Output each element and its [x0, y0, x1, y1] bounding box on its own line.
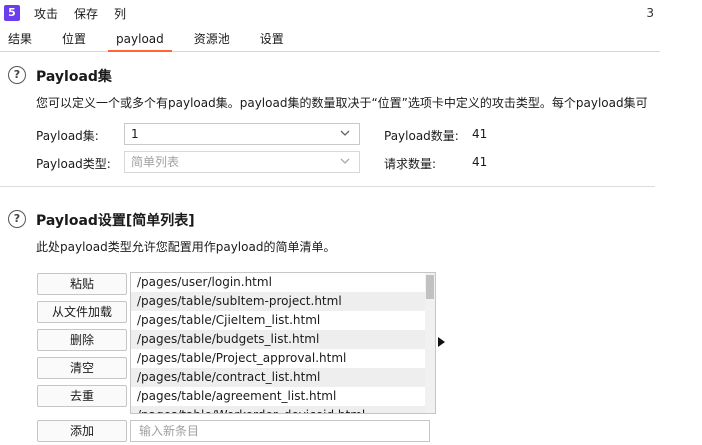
- scroll-thumb[interactable]: [426, 275, 434, 299]
- add-button[interactable]: 添加: [37, 420, 127, 442]
- list-item[interactable]: /pages/table/budgets_list.html: [131, 330, 425, 349]
- clear-button[interactable]: 清空: [37, 357, 127, 379]
- window-indicator: 3: [646, 6, 654, 20]
- help-icon[interactable]: ?: [8, 210, 26, 228]
- payload-count-value: 41: [472, 127, 488, 141]
- section-divider: [0, 186, 655, 187]
- list-item[interactable]: /pages/table/CjieItem_list.html: [131, 311, 425, 330]
- chevron-down-icon: [340, 130, 350, 136]
- tab-bar: 结果 位置 payload 资源池 设置: [0, 28, 660, 52]
- payload-type-label: Payload类型:: [36, 157, 111, 171]
- tab-positions[interactable]: 位置: [54, 28, 94, 52]
- payload-settings-description: 此处payload类型允许您配置用作payload的简单清单。: [36, 240, 336, 254]
- payload-sets-title: Payload集: [36, 69, 112, 85]
- payload-set-value: 1: [131, 127, 139, 141]
- payload-type-select[interactable]: 简单列表: [124, 151, 360, 173]
- menu-columns[interactable]: 列: [114, 5, 126, 22]
- menu-attack[interactable]: 攻击: [34, 5, 58, 22]
- load-from-file-button[interactable]: 从文件加载: [37, 301, 127, 323]
- tab-resource-pool[interactable]: 资源池: [186, 28, 238, 52]
- request-count-label: 请求数量:: [384, 157, 437, 171]
- menu-save[interactable]: 保存: [74, 5, 98, 22]
- payload-settings-title: Payload设置[简单列表]: [36, 213, 195, 229]
- menu-bar: 5 攻击 保存 列 3: [0, 0, 702, 26]
- payload-set-label: Payload集:: [36, 129, 99, 143]
- list-item[interactable]: /pages/table/Workorder_deviceid.html: [131, 406, 425, 413]
- app-logo-icon: 5: [4, 5, 20, 21]
- tab-payload[interactable]: payload: [108, 28, 172, 52]
- payload-type-value: 简单列表: [131, 155, 180, 169]
- list-item[interactable]: /pages/table/Project_approval.html: [131, 349, 425, 368]
- new-item-input[interactable]: 输入新条目: [130, 420, 430, 442]
- list-item[interactable]: /pages/table/subItem-project.html: [131, 292, 425, 311]
- payload-count-label: Payload数量:: [384, 129, 459, 143]
- tab-settings[interactable]: 设置: [252, 28, 292, 52]
- payload-set-select[interactable]: 1: [124, 123, 360, 145]
- list-scrollbar[interactable]: [425, 273, 435, 413]
- tab-results[interactable]: 结果: [0, 28, 40, 52]
- arrow-right-icon: [438, 337, 445, 347]
- list-item[interactable]: /pages/table/contract_list.html: [131, 368, 425, 387]
- payload-list[interactable]: /pages/user/login.html /pages/table/subI…: [130, 272, 436, 414]
- help-icon[interactable]: ?: [8, 66, 26, 84]
- chevron-down-icon: [340, 158, 350, 164]
- request-count-value: 41: [472, 155, 488, 169]
- remove-button[interactable]: 删除: [37, 329, 127, 351]
- payload-sets-description: 您可以定义一个或多个有payload集。payload集的数量取决于“位置”选项…: [36, 96, 648, 110]
- list-item[interactable]: /pages/user/login.html: [131, 273, 425, 292]
- paste-button[interactable]: 粘贴: [37, 273, 127, 295]
- list-item[interactable]: /pages/table/agreement_list.html: [131, 387, 425, 406]
- deduplicate-button[interactable]: 去重: [37, 385, 127, 407]
